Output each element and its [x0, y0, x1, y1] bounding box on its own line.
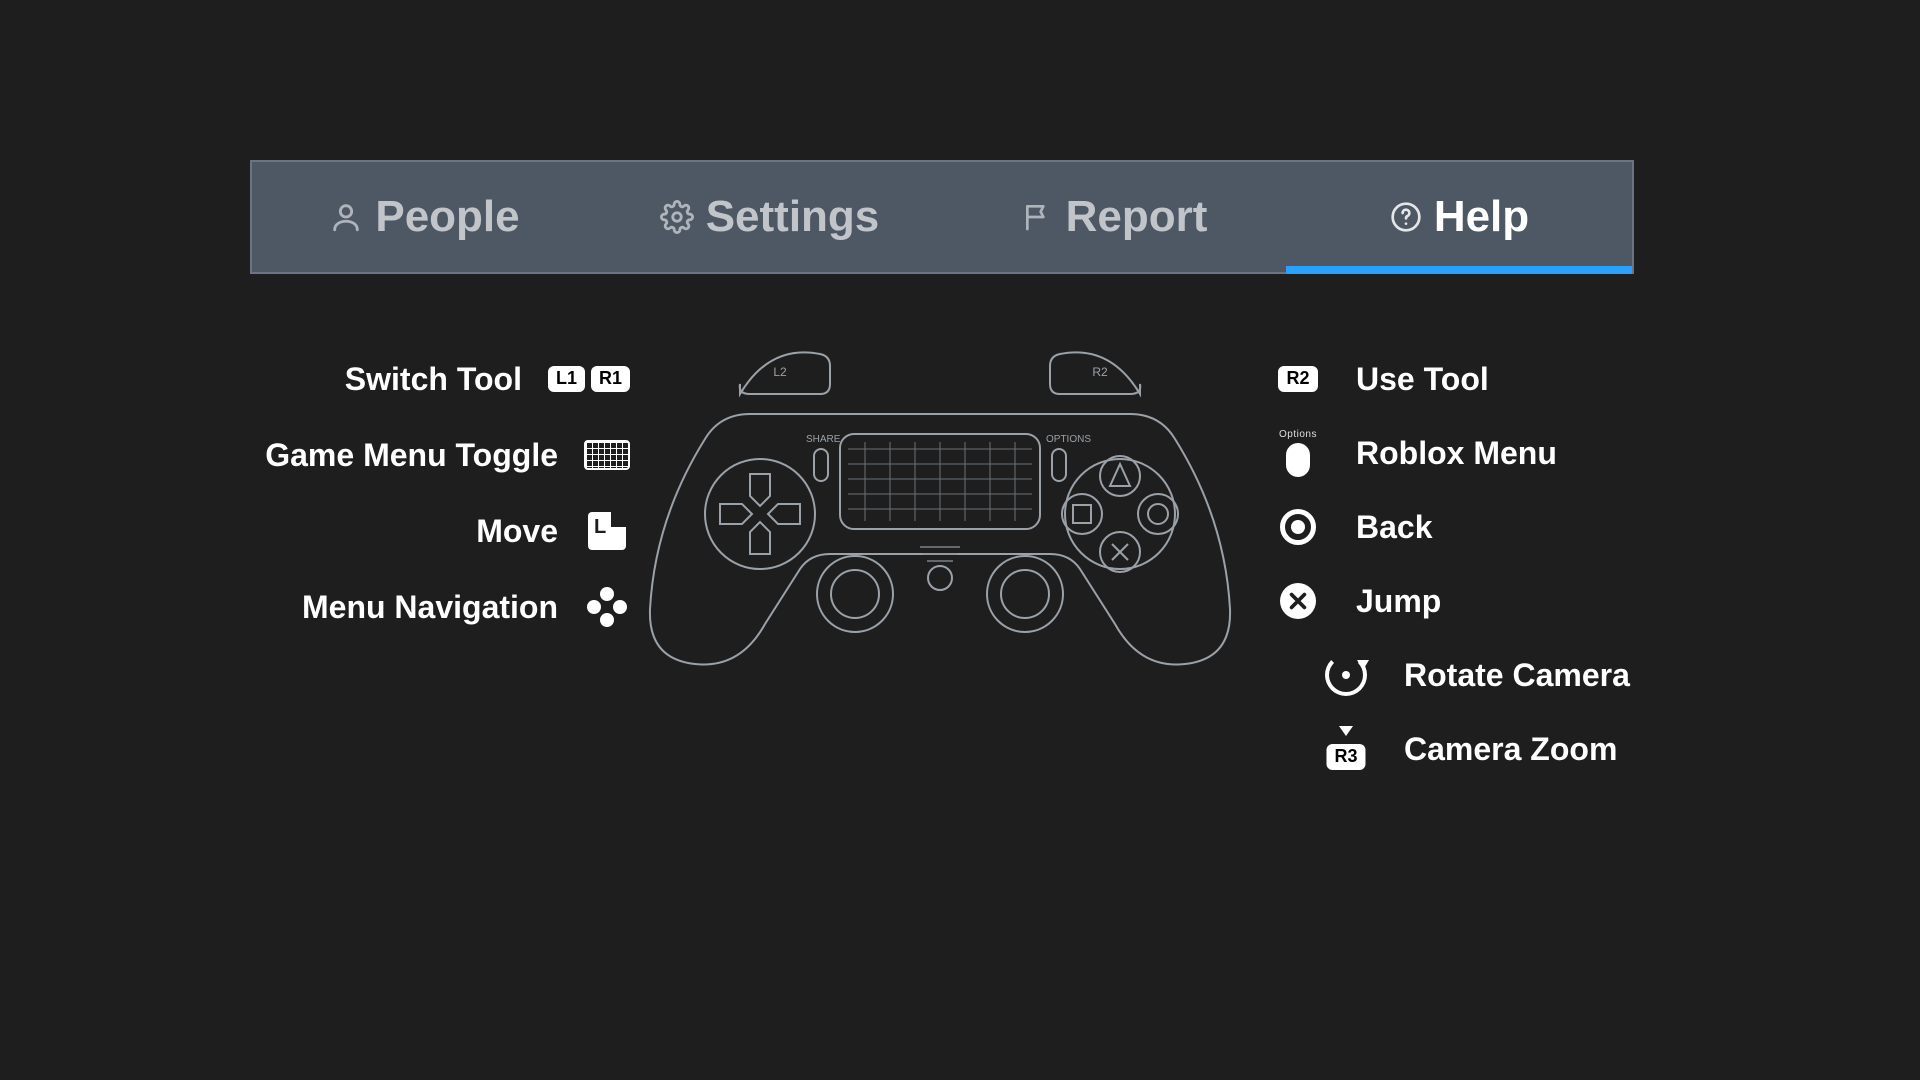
- binding-label: Game Menu Toggle: [265, 437, 558, 474]
- binding-use-tool: R2 Use Tool: [1270, 356, 1690, 402]
- binding-label: Switch Tool: [345, 361, 522, 398]
- r2-icon: R2: [1270, 366, 1326, 392]
- tab-report[interactable]: Report: [942, 162, 1287, 272]
- menu-panel: People Settings Report Help Switch Tool: [250, 160, 1630, 894]
- tab-help[interactable]: Help: [1287, 162, 1632, 272]
- binding-label: Use Tool: [1356, 361, 1489, 398]
- binding-jump: Jump: [1270, 578, 1690, 624]
- right-bindings-column: R2 Use Tool Options Roblox Menu Back: [1270, 356, 1690, 800]
- l1-r1-icon: L1 R1: [548, 366, 630, 392]
- binding-camera-zoom: R3 Camera Zoom: [1318, 726, 1690, 772]
- svg-text:R2: R2: [1092, 365, 1108, 379]
- circle-button-icon: [1270, 509, 1326, 545]
- tab-bar: People Settings Report Help: [250, 160, 1634, 274]
- binding-rotate-camera: Rotate Camera: [1318, 652, 1690, 698]
- touchpad-icon: [584, 440, 630, 470]
- left-bindings-column: Switch Tool L1 R1 Game Menu Toggle Move …: [250, 356, 630, 660]
- tab-label: Report: [1066, 192, 1208, 242]
- binding-game-menu-toggle: Game Menu Toggle: [250, 432, 630, 478]
- binding-label: Roblox Menu: [1356, 435, 1557, 472]
- binding-label: Move: [476, 513, 558, 550]
- svg-text:OPTIONS: OPTIONS: [1046, 434, 1091, 445]
- left-stick-icon: [584, 512, 630, 550]
- binding-label: Menu Navigation: [302, 589, 558, 626]
- right-stick-rotate-icon: [1318, 654, 1374, 696]
- active-tab-underline: [1286, 266, 1632, 274]
- help-icon: [1390, 201, 1422, 233]
- r3-zoom-icon: R3: [1318, 728, 1374, 770]
- tab-label: Settings: [706, 192, 880, 242]
- tab-people[interactable]: People: [252, 162, 597, 272]
- flag-icon: [1022, 201, 1054, 233]
- options-button-icon: Options: [1270, 429, 1326, 477]
- binding-roblox-menu: Options Roblox Menu: [1270, 430, 1690, 476]
- gear-icon: [660, 200, 694, 234]
- person-icon: [329, 200, 363, 234]
- cross-button-icon: [1270, 583, 1326, 619]
- binding-switch-tool: Switch Tool L1 R1: [250, 356, 630, 402]
- binding-label: Jump: [1356, 583, 1441, 620]
- binding-label: Back: [1356, 509, 1433, 546]
- tab-label: Help: [1434, 192, 1529, 242]
- binding-back: Back: [1270, 504, 1690, 550]
- binding-label: Camera Zoom: [1404, 731, 1617, 768]
- help-content: Switch Tool L1 R1 Game Menu Toggle Move …: [250, 334, 1630, 894]
- tab-settings[interactable]: Settings: [597, 162, 942, 272]
- dpad-icon: [584, 587, 630, 627]
- binding-label: Rotate Camera: [1404, 657, 1630, 694]
- binding-menu-navigation: Menu Navigation: [250, 584, 630, 630]
- controller-diagram: L2 R2: [630, 334, 1250, 714]
- svg-text:SHARE: SHARE: [806, 434, 841, 445]
- tab-label: People: [375, 192, 519, 242]
- binding-move: Move: [250, 508, 630, 554]
- svg-text:L2: L2: [773, 365, 787, 379]
